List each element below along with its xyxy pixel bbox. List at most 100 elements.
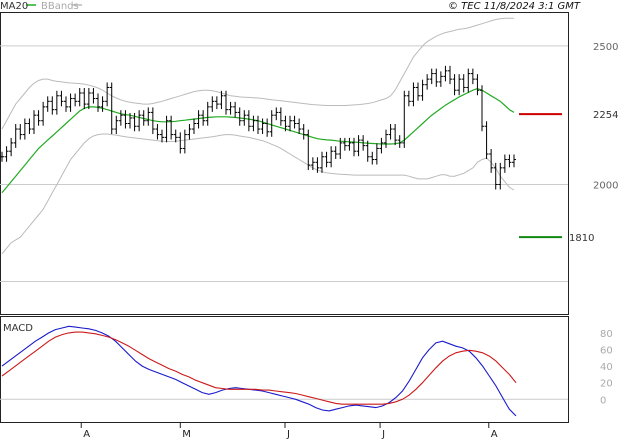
price-bar xyxy=(288,115,292,132)
price-bar xyxy=(466,68,471,93)
ma20-line xyxy=(1,87,515,194)
price-bar xyxy=(297,118,302,135)
price-bar xyxy=(96,93,100,112)
chart-svg: MA20 BBands © TEC 11/8/2024 3:1 GMT MACD… xyxy=(0,1,618,440)
price-bar xyxy=(425,74,430,90)
price-bar xyxy=(507,154,512,168)
price-bar xyxy=(86,88,91,110)
ma-legend-label: MA20 xyxy=(0,1,28,12)
price-bar xyxy=(388,124,393,140)
price-bar xyxy=(342,137,347,151)
price-bar xyxy=(374,143,379,165)
price-bar xyxy=(73,93,78,107)
price-bar xyxy=(164,115,169,143)
price-bar xyxy=(210,96,215,112)
x-axis-tick-label: J xyxy=(286,429,290,440)
price-bar xyxy=(13,124,18,148)
price-bar xyxy=(347,137,352,151)
price-bar xyxy=(109,82,114,135)
signal-line xyxy=(1,331,517,405)
price-bar xyxy=(274,107,279,121)
price-bar xyxy=(22,118,27,140)
price-bar xyxy=(461,74,466,93)
price-bar xyxy=(155,124,160,140)
price-bar xyxy=(173,129,178,143)
price-bar xyxy=(54,90,59,115)
price-bar xyxy=(498,162,503,190)
price-bar xyxy=(484,121,489,159)
price-bar xyxy=(146,107,151,126)
price-bar xyxy=(329,146,334,168)
support-level-label: 1810 xyxy=(569,233,594,244)
macd-y-tick-label: 80 xyxy=(600,329,613,340)
x-axis-tick-label: M xyxy=(182,429,191,440)
x-axis-tick-label: J xyxy=(381,429,385,440)
macd-line xyxy=(1,325,517,417)
source-label: © TEC 11/8/2024 3:1 GMT xyxy=(448,1,581,12)
price-bar xyxy=(434,68,439,87)
price-bar xyxy=(512,154,516,168)
price-bar xyxy=(480,85,484,132)
price-bar xyxy=(59,90,64,107)
x-axis-tick-label: A xyxy=(83,429,90,440)
price-bar xyxy=(182,129,187,154)
price-bar xyxy=(457,74,462,96)
price-bar xyxy=(256,115,260,135)
price-bar xyxy=(237,107,242,126)
price-bar xyxy=(233,101,238,118)
price-bar xyxy=(18,124,23,140)
price-bar xyxy=(429,68,434,85)
chart-stage: MA20 BBands © TEC 11/8/2024 3:1 GMT MACD… xyxy=(0,0,627,440)
price-bar xyxy=(50,96,55,115)
price-bar xyxy=(356,135,361,157)
price-bar xyxy=(452,74,457,96)
macd-y-tick-label: 60 xyxy=(600,346,613,357)
price-y-tick-label: 2000 xyxy=(593,180,618,191)
price-bar xyxy=(470,68,475,85)
price-bar xyxy=(77,88,82,107)
price-bar xyxy=(246,110,251,132)
price-bar xyxy=(192,118,196,135)
price-bar xyxy=(278,107,283,126)
price-bar xyxy=(36,110,41,126)
price-bar xyxy=(420,79,425,101)
price-bar xyxy=(91,88,96,104)
price-bar xyxy=(475,74,480,96)
price-bar xyxy=(251,115,256,132)
price-bar xyxy=(205,101,210,126)
price-bar xyxy=(27,118,32,135)
price-bar xyxy=(265,118,270,137)
price-bar xyxy=(438,71,443,87)
price-bar xyxy=(443,65,448,82)
price-bar xyxy=(123,110,128,129)
price-bar xyxy=(114,115,119,135)
price-bar xyxy=(260,118,265,135)
price-bar xyxy=(169,115,174,140)
price-bar xyxy=(320,151,324,173)
price-bar xyxy=(370,151,375,165)
price-bar xyxy=(333,146,338,159)
price-bar xyxy=(118,110,123,126)
price-bar xyxy=(406,90,411,107)
price-bar xyxy=(100,96,105,112)
price-bar xyxy=(502,154,507,173)
price-bar xyxy=(269,110,274,137)
macd-y-tick-label: 40 xyxy=(600,362,613,373)
macd-title: MACD xyxy=(3,323,33,334)
price-bar xyxy=(41,101,46,126)
price-bar xyxy=(411,82,416,107)
macd-y-tick-label: 20 xyxy=(600,379,613,390)
price-bar xyxy=(379,137,384,154)
price-bar xyxy=(137,110,142,132)
price-bar xyxy=(214,96,219,110)
price-bar xyxy=(196,110,201,129)
price-bar xyxy=(68,93,73,112)
price-bar xyxy=(393,124,398,146)
price-bar xyxy=(32,110,36,135)
price-bar xyxy=(64,96,68,112)
price-bar xyxy=(416,82,420,101)
price-bar xyxy=(82,88,87,110)
price-bar xyxy=(292,115,297,129)
price-bar xyxy=(9,137,14,157)
price-bar xyxy=(352,137,356,157)
